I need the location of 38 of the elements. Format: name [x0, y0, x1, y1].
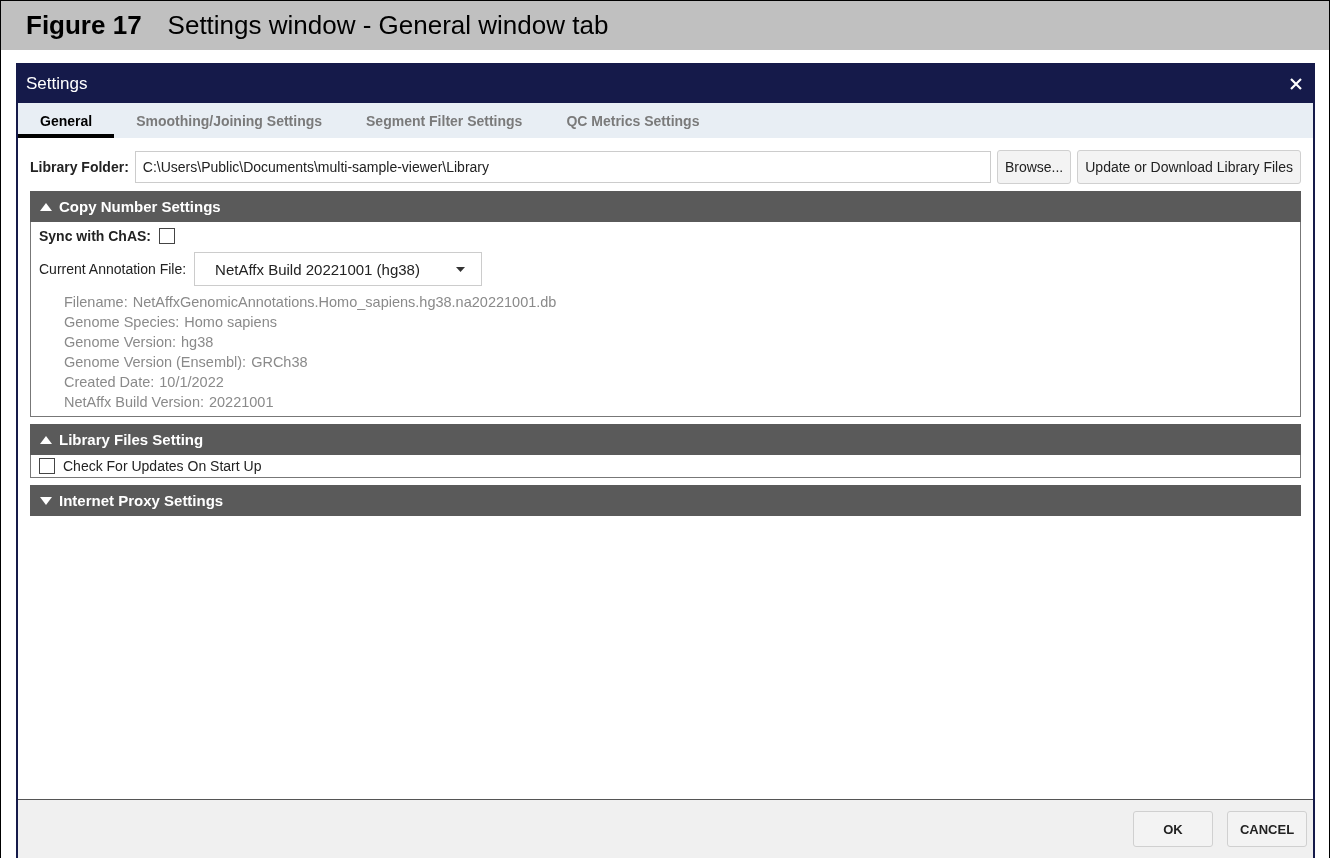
dialog-button[interactable]: OK: [1133, 811, 1213, 847]
detail-label: Created Date:: [64, 374, 155, 390]
annotation-dropdown[interactable]: NetAffx Build 20221001 (hg38): [194, 252, 482, 286]
detail-value: GRCh38: [251, 354, 308, 370]
detail-value: Homo sapiens: [184, 314, 277, 330]
tab[interactable]: Segment Filter Settings: [344, 103, 545, 138]
action-button[interactable]: Update or Download Library Files: [1077, 150, 1301, 184]
section-header[interactable]: Copy Number Settings: [30, 191, 1301, 222]
folder-field[interactable]: C:\Users\Public\Documents\multi-sample-viewer\Library: [134, 151, 991, 183]
checkbox-label: Sync with ChAS:: [39, 228, 151, 244]
section-title: Copy Number Settings: [59, 198, 221, 215]
detail-label: Genome Version (Ensembl):: [64, 354, 247, 370]
action-button[interactable]: Browse...: [996, 150, 1072, 184]
checkbox[interactable]: [159, 228, 175, 244]
section-header[interactable]: Library Files Setting: [30, 424, 1301, 455]
checkbox[interactable]: [39, 458, 55, 474]
field-label: Current Annotation File:: [39, 261, 187, 277]
caret-icon: [455, 266, 465, 272]
detail-value: 20221001: [209, 394, 274, 410]
section-header[interactable]: Internet Proxy Settings: [30, 485, 1301, 516]
dialog-button[interactable]: CANCEL: [1227, 811, 1307, 847]
detail-label: Genome Version:: [64, 334, 177, 350]
close-icon[interactable]: [1289, 77, 1303, 91]
tab[interactable]: QC Metrics Settings: [544, 103, 722, 138]
window-title: Settings: [26, 74, 88, 94]
checkbox-label: Check For Updates On Start Up: [63, 458, 262, 474]
detail-value: 10/1/2022: [159, 374, 224, 390]
detail-value: NetAffxGenomicAnnotations.Homo_sapiens.hg38.na20221001.db: [132, 294, 557, 310]
section-title: Library Files Setting: [59, 431, 204, 448]
detail-value: hg38: [181, 334, 214, 350]
detail-label: NetAffx Build Version:: [64, 394, 204, 410]
figure-caption: Settings window - General window tab: [167, 10, 609, 41]
section-title: Internet Proxy Settings: [59, 492, 224, 509]
field-label: Library Folder:: [30, 159, 129, 175]
tab[interactable]: Smoothing/Joining Settings: [114, 103, 345, 138]
detail-label: Filename:: [64, 294, 128, 310]
figure-label: Figure 17: [26, 10, 142, 41]
detail-label: Genome Species:: [64, 314, 180, 330]
